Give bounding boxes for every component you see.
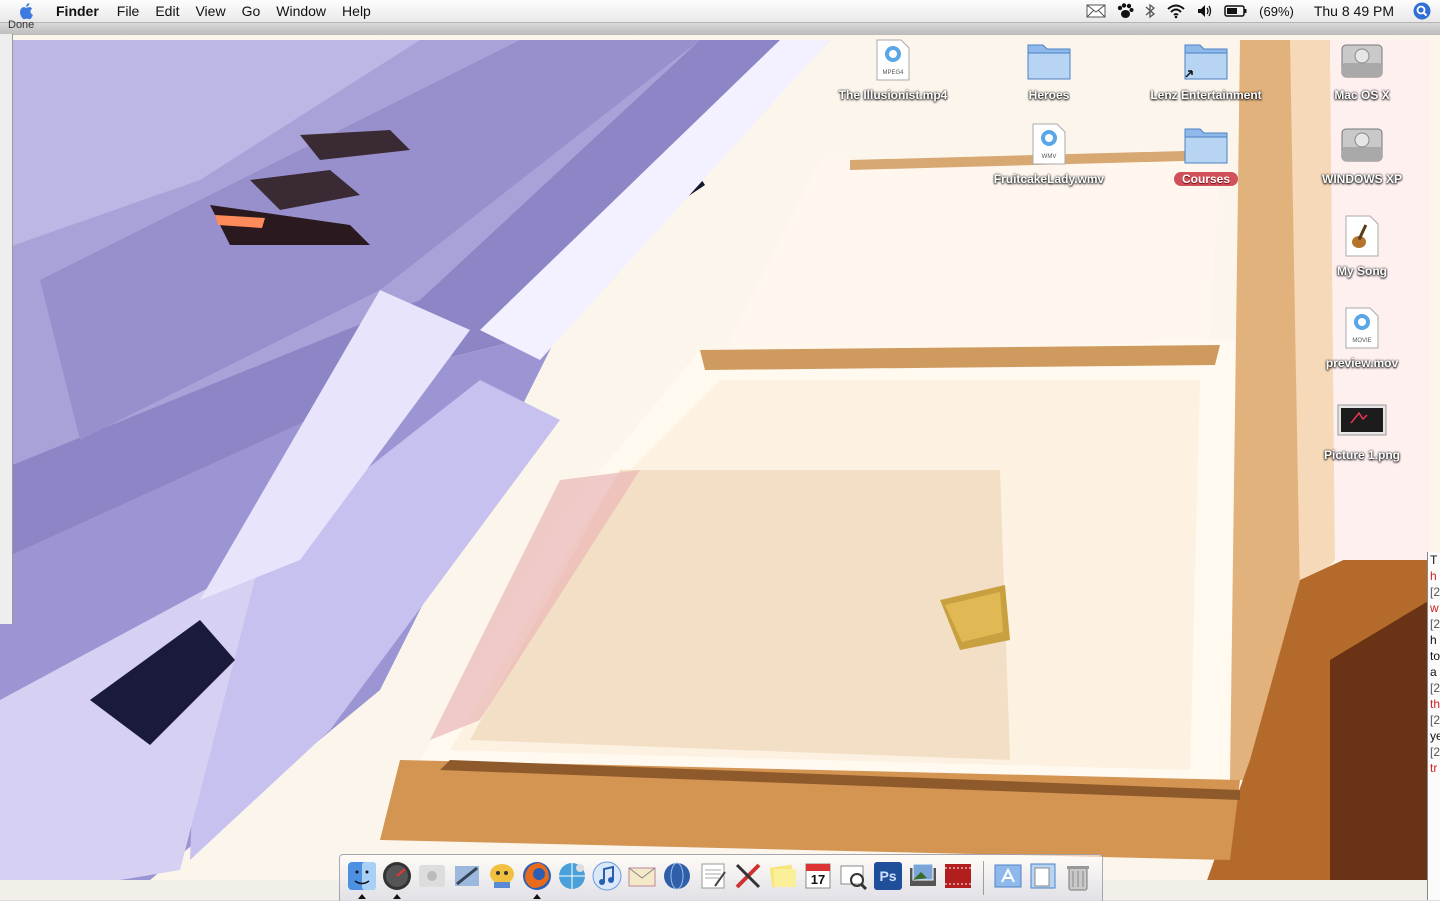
menu-bar: Finder File Edit View Go Window Help (69… — [0, 0, 1440, 23]
firefox-icon[interactable] — [520, 859, 554, 899]
chat-line-fragment: [2 — [1430, 681, 1440, 695]
chat-line-fragment: [2 — [1430, 745, 1440, 759]
textedit-icon[interactable] — [696, 859, 730, 893]
window-left-edge[interactable] — [0, 34, 13, 624]
wifi-icon[interactable] — [1161, 0, 1191, 22]
menu-edit[interactable]: Edit — [147, 0, 187, 22]
folder-alias-icon — [1180, 36, 1232, 84]
mail-stamp-icon[interactable] — [625, 859, 659, 893]
garageband-file-icon — [1336, 212, 1388, 260]
mail-icon[interactable] — [1081, 0, 1111, 22]
desktop-icon-preview-mov[interactable]: MOVIE preview.mov — [1292, 304, 1432, 370]
desktop-icon-label: preview.mov — [1325, 356, 1399, 370]
chat-window-edge[interactable]: Th [2 w [2 h to a [2 th [2 ye [2 tr — [1427, 552, 1440, 900]
apple-icon[interactable] — [415, 859, 449, 893]
chat-line-fragment: [2 — [1430, 585, 1440, 599]
desktop-icon-label: Picture 1.png — [1323, 448, 1400, 462]
chat-line-fragment: tr — [1430, 761, 1438, 775]
chat-line-fragment: h — [1430, 569, 1437, 583]
chat-line-fragment: ye — [1430, 729, 1440, 743]
iphoto-icon[interactable] — [906, 859, 940, 893]
menu-go[interactable]: Go — [234, 0, 269, 22]
desktop-icon-label: WINDOWS XP — [1322, 172, 1402, 186]
dock-item-label: Ps — [879, 868, 897, 884]
battery-icon[interactable] — [1219, 0, 1253, 22]
chat-line-fragment: to — [1430, 649, 1440, 663]
desktop-icon-label: My Song — [1337, 264, 1387, 278]
desktop-icon-mac-os-x[interactable]: Mac OS X — [1292, 36, 1432, 102]
menu-view[interactable]: View — [187, 0, 233, 22]
dock: 17 Ps — [339, 854, 1103, 901]
chat-line-fragment: T — [1430, 553, 1438, 567]
quicktime-wmv-file-icon: WMV — [1023, 120, 1075, 168]
chat-line-fragment: w — [1430, 601, 1439, 615]
spotlight-icon[interactable] — [1410, 0, 1434, 22]
chat-line-fragment: [2 — [1430, 617, 1440, 631]
documents-stack-icon[interactable] — [1026, 859, 1060, 893]
dock-separator — [983, 861, 984, 895]
png-image-icon — [1336, 396, 1388, 444]
chat-line-fragment: [2 — [1430, 713, 1440, 727]
hard-drive-icon — [1336, 36, 1388, 84]
battery-percentage[interactable]: (69%) — [1253, 4, 1300, 19]
menu-clock[interactable]: Thu 8 49 PM — [1300, 3, 1410, 19]
paw-icon[interactable] — [1111, 0, 1139, 22]
bluetooth-icon[interactable] — [1139, 0, 1161, 22]
network-globe-icon[interactable] — [555, 859, 589, 893]
desktop-icon-heroes[interactable]: Heroes — [979, 36, 1119, 102]
desktop-icon-label-selected: Courses — [1173, 172, 1239, 186]
desktop-icon-my-song[interactable]: My Song — [1292, 212, 1432, 278]
mail-icon[interactable] — [450, 859, 484, 893]
running-indicator — [393, 894, 401, 899]
folder-icon — [1180, 120, 1232, 168]
desktop-icon-picture-1[interactable]: Picture 1.png — [1292, 396, 1432, 462]
menu-extras: (69%) Thu 8 49 PM — [1081, 0, 1440, 22]
menu-window[interactable]: Window — [268, 0, 334, 22]
ichat-icon[interactable] — [485, 859, 519, 893]
volume-icon[interactable] — [1191, 0, 1219, 22]
preview-icon[interactable] — [836, 859, 870, 893]
stickies-icon[interactable] — [766, 859, 800, 893]
finder-icon[interactable] — [345, 859, 379, 899]
finder-window-titlebar — [0, 23, 1440, 35]
window-status-text: Done — [8, 19, 35, 31]
running-indicator — [358, 894, 366, 899]
desktop-icon-lenz-entertainment[interactable]: Lenz Entertainment — [1136, 36, 1276, 102]
desktop-icon-label: Heroes — [1028, 88, 1070, 102]
tools-icon[interactable] — [731, 859, 765, 893]
dock-item-label: 17 — [810, 872, 826, 887]
desktop-icon-courses[interactable]: Courses — [1136, 120, 1276, 186]
desktop-icon-label: Mac OS X — [1334, 88, 1390, 102]
svg-text:WMV: WMV — [1042, 154, 1057, 160]
svg-text:MOVIE: MOVIE — [1352, 338, 1371, 344]
globe-icon[interactable] — [660, 859, 694, 893]
desktop-icon-label: The Illusionist.mp4 — [838, 88, 948, 102]
ical-icon[interactable]: 17 — [801, 859, 835, 893]
folder-icon — [1023, 36, 1075, 84]
itunes-icon[interactable] — [590, 859, 624, 893]
dashboard-icon[interactable] — [380, 859, 414, 899]
running-indicator — [533, 894, 541, 899]
photoshop-icon[interactable]: Ps — [871, 859, 905, 893]
desktop-icon-label: FruitcakeLady.wmv — [993, 172, 1105, 186]
desktop-icon-windows-xp[interactable]: WINDOWS XP — [1292, 120, 1432, 186]
menu-help[interactable]: Help — [334, 0, 379, 22]
trash-icon[interactable] — [1061, 859, 1095, 893]
quicktime-mpeg4-file-icon: MPEG4 — [867, 36, 919, 84]
svg-text:MPEG4: MPEG4 — [882, 70, 904, 76]
chat-line-fragment: th — [1430, 697, 1440, 711]
quicktime-movie-file-icon: MOVIE — [1336, 304, 1388, 352]
desktop-icon-the-illusionist[interactable]: MPEG4 The Illusionist.mp4 — [823, 36, 963, 102]
chat-line-fragment: h — [1430, 633, 1437, 647]
hard-drive-icon — [1336, 120, 1388, 168]
applications-folder-icon[interactable] — [991, 859, 1025, 893]
chat-line-fragment: a — [1430, 665, 1437, 679]
imovie-icon[interactable] — [941, 859, 975, 893]
menu-file[interactable]: File — [109, 0, 148, 22]
app-menu-finder[interactable]: Finder — [48, 0, 107, 22]
desktop-icon-label: Lenz Entertainment — [1150, 88, 1262, 102]
desktop-icon-fruitcakelady[interactable]: WMV FruitcakeLady.wmv — [979, 120, 1119, 186]
